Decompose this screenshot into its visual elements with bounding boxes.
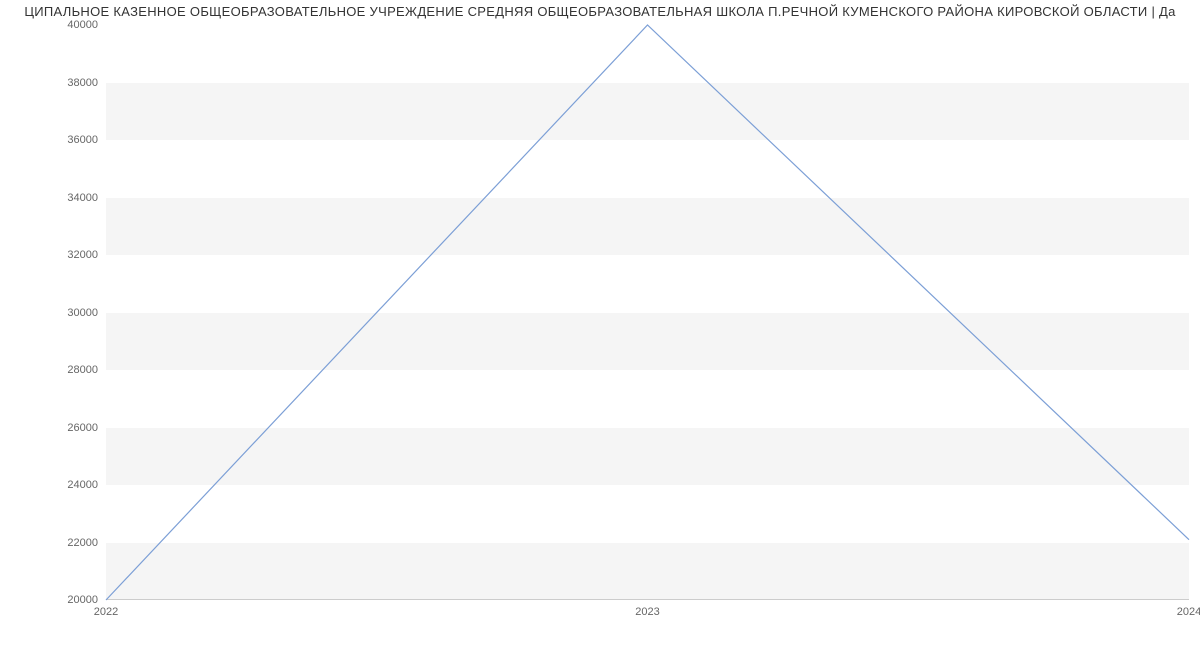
y-tick-label: 34000 <box>67 192 106 204</box>
y-tick-label: 22000 <box>67 537 106 549</box>
plot-area: 2000022000240002600028000300003200034000… <box>106 25 1189 600</box>
y-tick-label: 40000 <box>67 19 106 31</box>
y-tick-label: 36000 <box>67 134 106 146</box>
x-tick-label: 2022 <box>94 600 118 618</box>
chart-title: ЦИПАЛЬНОЕ КАЗЕННОЕ ОБЩЕОБРАЗОВАТЕЛЬНОЕ У… <box>0 4 1200 19</box>
y-tick-label: 30000 <box>67 307 106 319</box>
y-tick-label: 26000 <box>67 422 106 434</box>
x-tick-label: 2023 <box>635 600 659 618</box>
y-tick-label: 32000 <box>67 249 106 261</box>
y-tick-label: 28000 <box>67 364 106 376</box>
chart-container: ЦИПАЛЬНОЕ КАЗЕННОЕ ОБЩЕОБРАЗОВАТЕЛЬНОЕ У… <box>0 0 1200 650</box>
line-series <box>106 25 1189 600</box>
x-tick-label: 2024 <box>1177 600 1200 618</box>
y-tick-label: 24000 <box>67 479 106 491</box>
y-tick-label: 38000 <box>67 77 106 89</box>
